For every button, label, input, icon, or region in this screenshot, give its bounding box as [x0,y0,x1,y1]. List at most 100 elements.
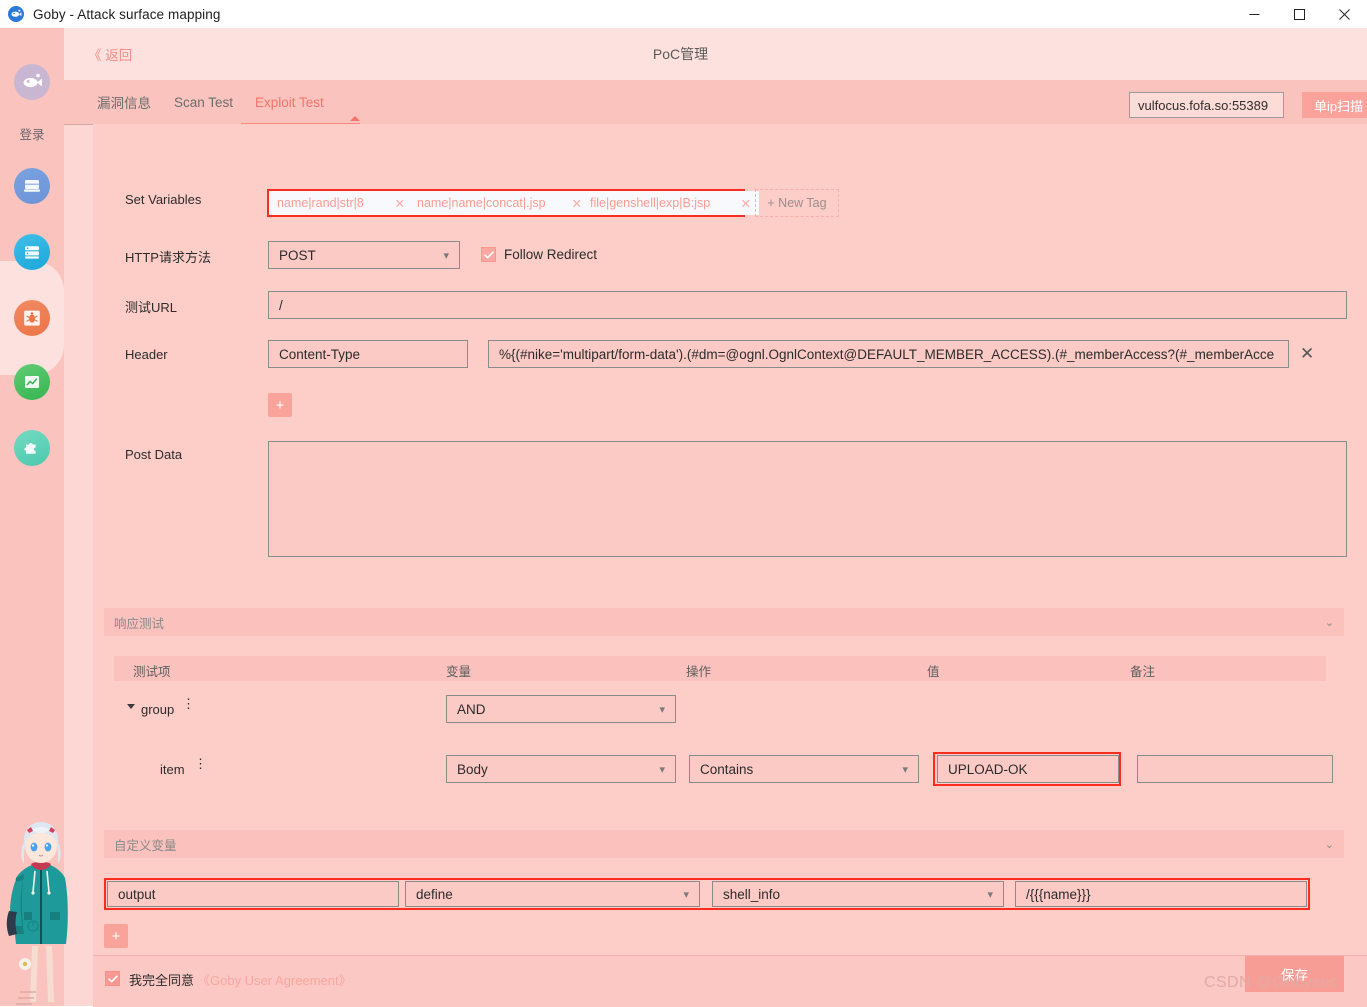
active-tab-caret-icon [350,116,360,121]
scan-icon [22,176,42,196]
custom-variable-type-select[interactable]: define ▾ [405,881,700,907]
group-logic-select[interactable]: AND ▾ [446,695,676,723]
sidebar-item-vulnerability[interactable] [14,300,50,336]
chevron-down-icon: ▾ [987,888,993,901]
request-header-label: Header [125,347,168,362]
window-titlebar: Goby - Attack surface mapping [0,0,1367,29]
custom-variables-section-label: 自定义变量 [114,835,177,854]
variable-tag[interactable]: file|genshell|exp|B:jsp ✕ [582,191,759,215]
http-method-select[interactable]: POST ▾ [268,241,460,269]
footer-bar: 我完全同意 《Goby User Agreement》 保存 [93,955,1367,1007]
column-header-operation: 操作 [686,661,711,680]
header-key-input[interactable] [268,340,468,368]
close-icon[interactable]: ✕ [733,196,751,211]
check-icon [484,251,494,259]
chevron-down-icon: ▾ [659,703,665,716]
item-variable-select[interactable]: Body ▾ [446,755,676,783]
item-value-input[interactable] [937,755,1119,783]
sidebar-item-assets[interactable] [14,234,50,270]
custom-variable-expression-input[interactable] [1015,881,1307,907]
chevron-down-icon: ▾ [443,249,449,262]
variable-tag[interactable]: name|name|concat|.jsp ✕ [409,191,590,215]
window-controls [1232,0,1367,28]
left-sidebar: 登录 [0,28,64,1006]
custom-variable-name-input[interactable] [107,881,399,907]
chevron-down-icon[interactable]: ⌄ [1325,616,1334,629]
tabbar: 漏洞信息 Scan Test Exploit Test 单ip扫描 [64,80,1367,125]
column-header-note: 备注 [1130,661,1155,680]
bug-icon [21,307,43,329]
item-operator-value: Contains [700,762,753,777]
http-method-value: POST [279,248,316,263]
http-method-label: HTTP请求方法 [125,247,211,266]
column-header-value: 值 [927,661,940,680]
item-operator-select[interactable]: Contains ▾ [689,755,919,783]
group-row-menu-icon[interactable]: ⋮ [182,702,195,706]
server-stack-icon [22,242,42,262]
set-variables-label: Set Variables [125,192,201,207]
response-test-section-header[interactable]: 响应测试 ⌄ [104,608,1344,636]
new-tag-button[interactable]: + New Tag [755,189,839,217]
tab-vulnerability-info[interactable]: 漏洞信息 [97,80,151,124]
save-button[interactable]: 保存 [1245,956,1344,992]
maximize-button[interactable] [1277,0,1322,28]
custom-variable-source-value: shell_info [723,887,780,902]
agreement-checkbox[interactable] [105,971,120,986]
group-expand-caret-icon[interactable] [127,704,135,709]
page-title: PoC管理 [64,44,1367,64]
chevron-down-icon: ▾ [659,763,665,776]
close-icon[interactable]: ✕ [564,196,582,211]
application-shell: 登录 [0,28,1367,1006]
group-logic-value: AND [457,702,486,717]
post-data-input[interactable] [268,441,1347,557]
puzzle-icon [22,438,42,458]
remove-header-icon[interactable]: ✕ [1300,345,1314,362]
login-avatar[interactable] [14,64,50,100]
variable-tag-label: file|genshell|exp|B:jsp [590,196,710,210]
follow-redirect-label[interactable]: Follow Redirect [504,247,597,262]
variable-tag[interactable]: name|rand|str|8 ✕ [269,191,413,215]
page-header: 《 返回 PoC管理 [64,28,1367,80]
header-value-input[interactable] [488,340,1289,368]
chevron-down-icon: ▾ [902,763,908,776]
sidebar-item-scan[interactable] [14,168,50,204]
custom-variable-source-select[interactable]: shell_info ▾ [712,881,1004,907]
item-note-input[interactable] [1137,755,1333,783]
single-ip-scan-button[interactable]: 单ip扫描 [1302,92,1367,118]
sidebar-item-report[interactable] [14,364,50,400]
item-row-label: item [160,762,185,777]
goby-fish-logo-icon [8,6,24,22]
item-row-menu-icon[interactable]: ⋮ [194,762,207,766]
tab-exploit-test[interactable]: Exploit Test [255,80,324,124]
add-custom-variable-button[interactable]: + [104,924,128,948]
mascot-illustration [2,816,80,1006]
test-url-input[interactable] [268,291,1347,319]
column-header-test-item: 测试项 [133,661,171,680]
tab-scan-test[interactable]: Scan Test [174,80,233,124]
column-header-variable: 变量 [446,661,471,680]
goby-fish-avatar-icon [21,71,43,93]
variable-tag-label: name|name|concat|.jsp [417,196,546,210]
test-url-label: 测试URL [125,297,177,316]
close-icon[interactable]: ✕ [387,196,405,211]
chevron-down-icon[interactable]: ⌄ [1325,838,1334,851]
item-variable-value: Body [457,762,488,777]
custom-variable-type-value: define [416,887,453,902]
group-row-label: group [141,702,174,717]
chart-icon [22,372,42,392]
check-icon [108,975,118,983]
follow-redirect-checkbox[interactable] [481,247,496,262]
post-data-label: Post Data [125,447,182,462]
target-input[interactable] [1129,92,1284,118]
chevron-down-icon: ▾ [683,888,689,901]
minimize-button[interactable] [1232,0,1277,28]
add-header-button[interactable]: + [268,393,292,417]
close-button[interactable] [1322,0,1367,28]
variable-tag-label: name|rand|str|8 [277,196,364,210]
response-test-section-label: 响应测试 [114,613,164,632]
agreement-text: 我完全同意 [129,970,194,989]
sidebar-item-plugin[interactable] [14,430,50,466]
custom-variables-section-header[interactable]: 自定义变量 ⌄ [104,830,1344,858]
sidebar-login-label[interactable]: 登录 [0,124,64,143]
agreement-link[interactable]: 《Goby User Agreement》 [197,970,352,989]
